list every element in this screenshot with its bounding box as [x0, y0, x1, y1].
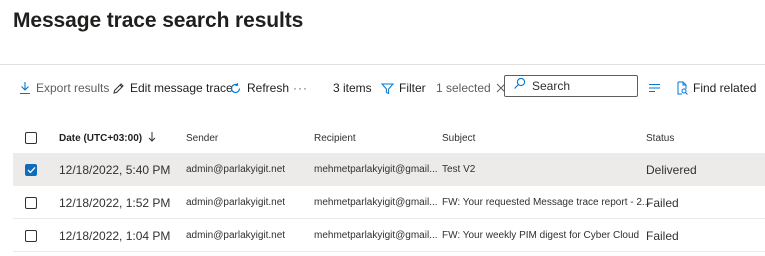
search-input[interactable] — [532, 79, 632, 93]
table-row[interactable]: 12/18/2022, 5:40 PM admin@parlakyigit.ne… — [13, 154, 765, 186]
item-count: 3 items — [333, 81, 372, 95]
filter-button[interactable]: Filter — [381, 65, 426, 111]
download-icon — [19, 81, 31, 95]
document-search-icon — [676, 81, 688, 95]
row-checkbox[interactable] — [25, 230, 37, 242]
table-header: Date (UTC+03:00) Sender Recipient Subjec… — [13, 123, 765, 154]
selection-summary: 1 selected — [436, 65, 506, 111]
cell-sender: admin@parlakyigit.net — [186, 230, 286, 241]
table-row[interactable]: 12/18/2022, 1:04 PM admin@parlakyigit.ne… — [13, 220, 765, 252]
cell-recipient: mehmetparlakyigit@gmail... — [314, 164, 438, 175]
cell-date: 12/18/2022, 5:40 PM — [59, 162, 171, 177]
edit-message-trace-button[interactable]: Edit message trace — [112, 65, 233, 111]
refresh-label: Refresh — [247, 81, 290, 95]
page-title: Message trace search results — [13, 9, 304, 32]
sort-descending-icon — [148, 131, 156, 145]
select-all-checkbox[interactable] — [25, 132, 37, 144]
find-related-label: Find related — [693, 81, 757, 95]
column-header-date[interactable]: Date (UTC+03:00) — [59, 123, 156, 153]
cell-sender: admin@parlakyigit.net — [186, 197, 286, 208]
row-checkbox[interactable] — [25, 164, 37, 176]
column-header-subject[interactable]: Subject — [442, 123, 475, 153]
cell-sender: admin@parlakyigit.net — [186, 164, 286, 175]
cell-subject: FW: Your requested Message trace report … — [442, 197, 651, 208]
cell-subject: FW: Your weekly PIM digest for Cyber Clo… — [442, 230, 640, 241]
cell-status: Failed — [646, 195, 679, 210]
cell-recipient: mehmetparlakyigit@gmail... — [314, 230, 438, 241]
column-header-sender[interactable]: Sender — [186, 123, 218, 153]
command-bar: Export results Edit message trace Refres… — [0, 64, 765, 111]
filter-label: Filter — [399, 81, 426, 95]
checkmark-icon — [27, 166, 36, 174]
cell-status: Failed — [646, 228, 679, 243]
filter-icon — [381, 82, 394, 95]
export-results-button[interactable]: Export results — [19, 65, 109, 111]
cell-status: Delivered — [646, 162, 697, 177]
refresh-button[interactable]: Refresh — [229, 65, 289, 111]
column-header-recipient[interactable]: Recipient — [314, 123, 356, 153]
date-column-label: Date (UTC+03:00) — [59, 132, 143, 144]
table-row[interactable]: 12/18/2022, 1:52 PM admin@parlakyigit.ne… — [13, 187, 765, 219]
find-related-button[interactable]: Find related — [676, 65, 756, 111]
column-header-status[interactable]: Status — [646, 123, 674, 153]
search-icon — [513, 77, 526, 95]
export-results-label: Export results — [36, 81, 110, 95]
pencil-icon — [112, 82, 125, 95]
search-box[interactable] — [504, 75, 638, 97]
selected-count: 1 selected — [436, 81, 491, 95]
cell-date: 12/18/2022, 1:52 PM — [59, 195, 171, 210]
row-checkbox[interactable] — [25, 197, 37, 209]
more-options-button[interactable]: ··· — [293, 65, 308, 111]
cell-date: 12/18/2022, 1:04 PM — [59, 228, 171, 243]
cell-recipient: mehmetparlakyigit@gmail... — [314, 197, 438, 208]
refresh-icon — [229, 82, 242, 95]
list-lines-icon — [648, 83, 661, 93]
cell-subject: Test V2 — [442, 164, 476, 175]
column-options-button[interactable] — [648, 65, 661, 111]
edit-message-trace-label: Edit message trace — [130, 81, 233, 95]
